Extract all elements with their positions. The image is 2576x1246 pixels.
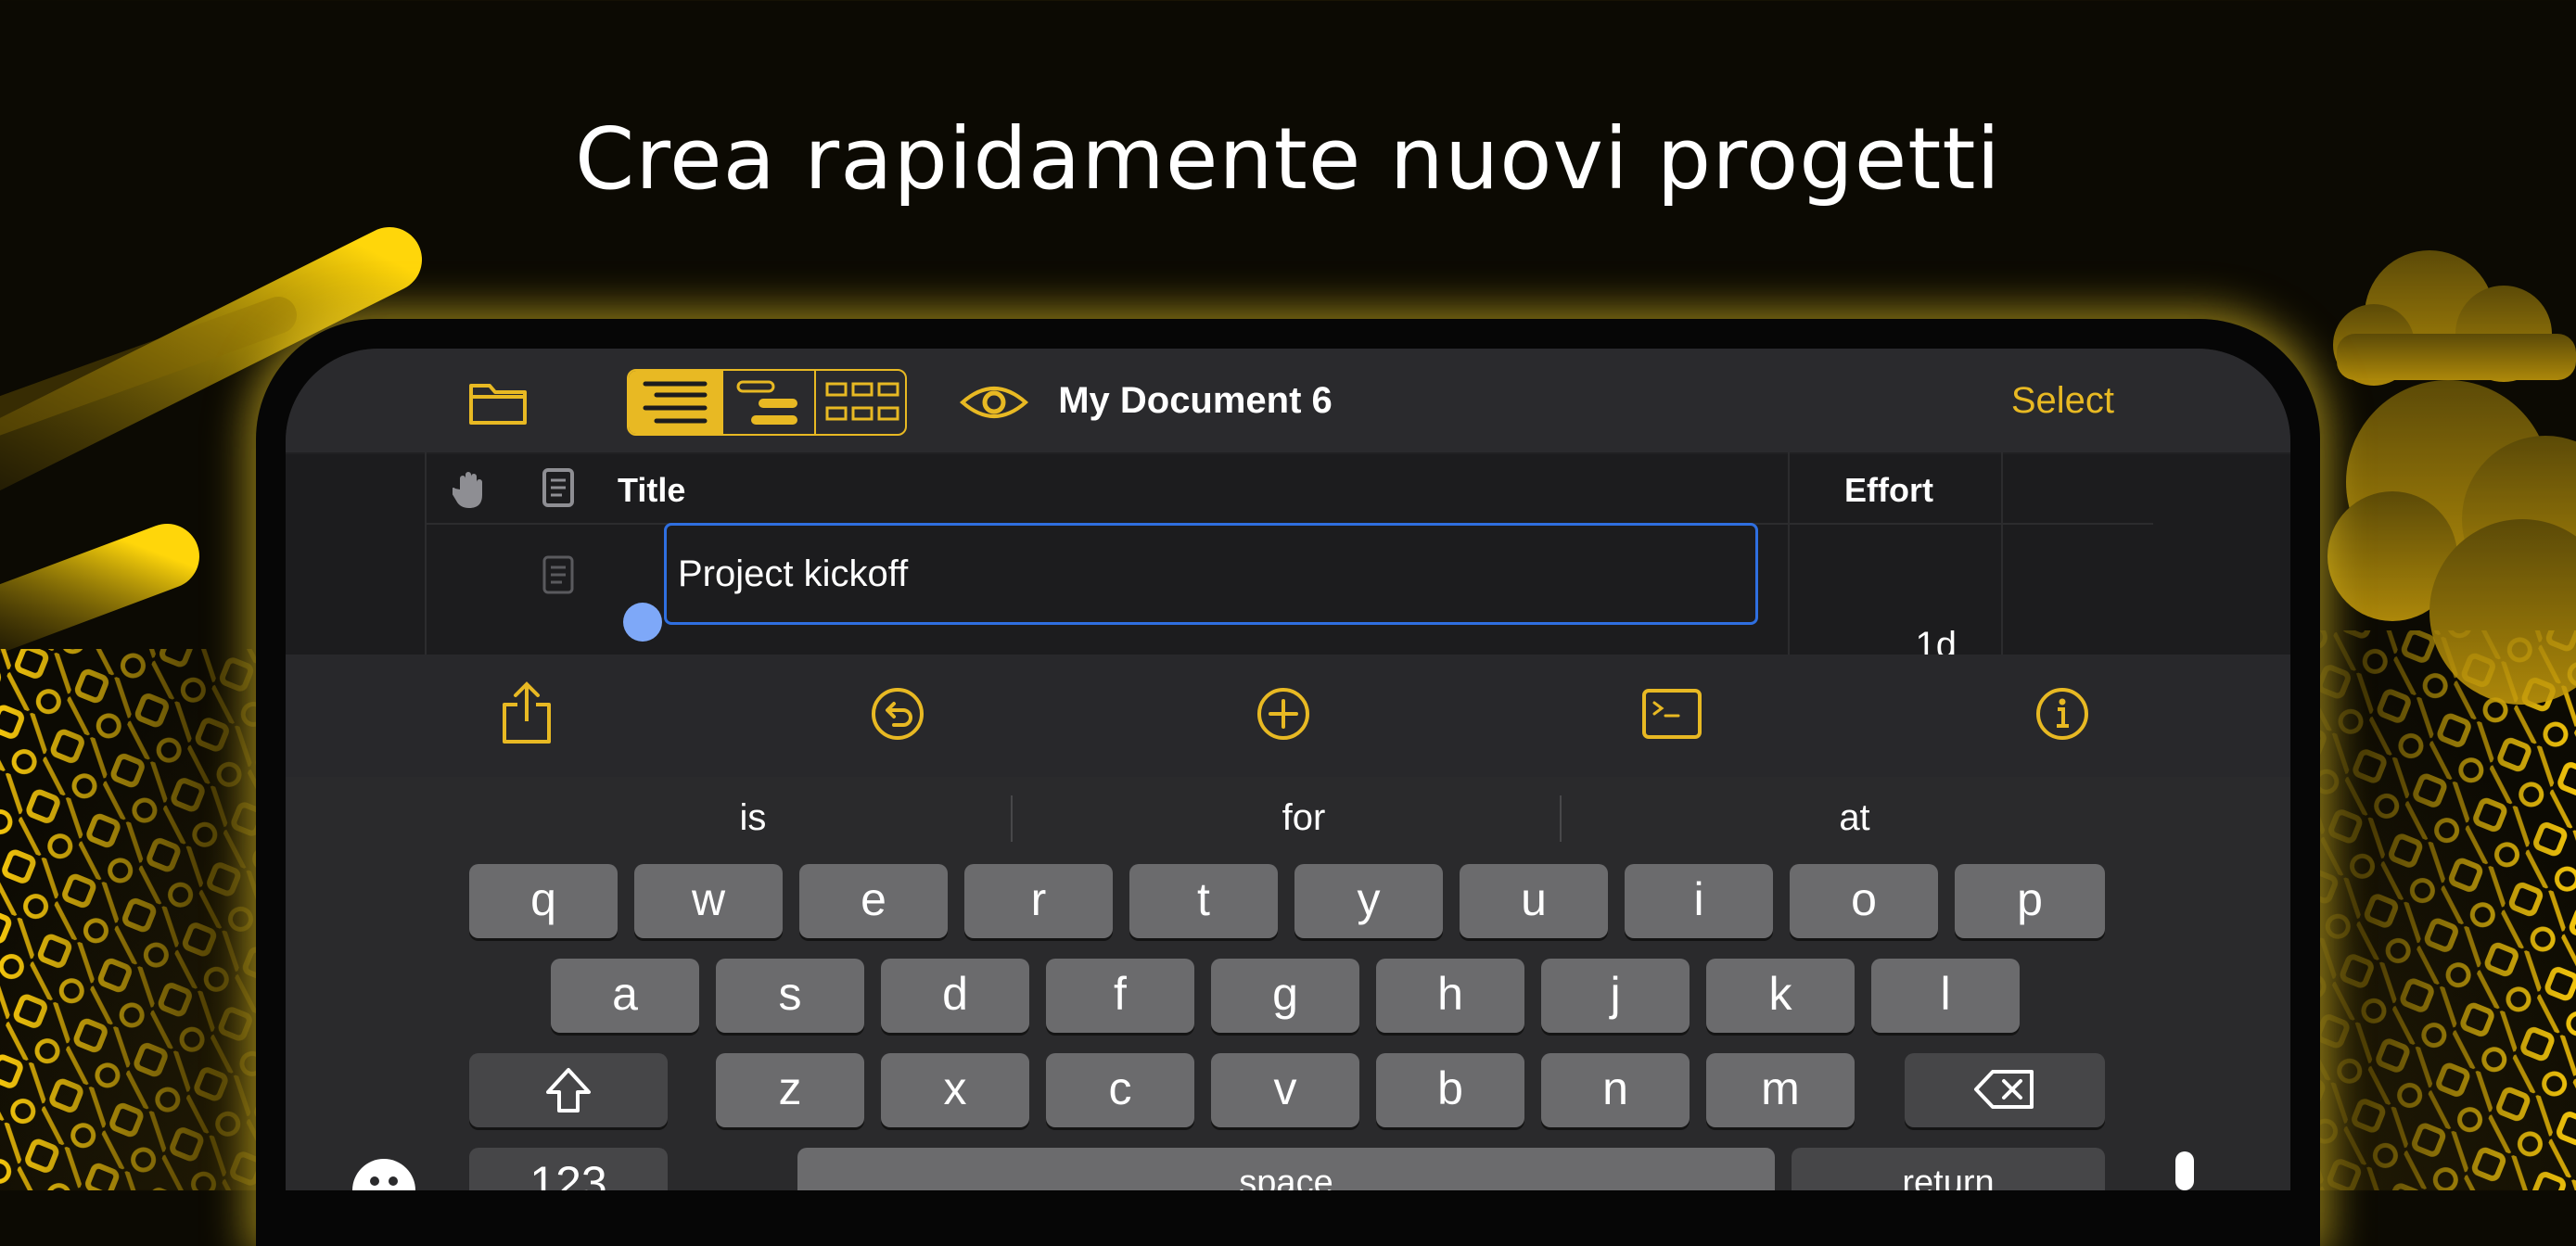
headline: Crea rapidamente nuovi progetti (575, 109, 2001, 209)
column-divider (2001, 452, 2003, 655)
shift-key[interactable] (469, 1053, 668, 1127)
key-i[interactable]: i (1625, 864, 1773, 938)
key-j[interactable]: j (1541, 959, 1690, 1033)
microphone-icon[interactable] (2166, 1150, 2203, 1190)
document-title: My Document 6 (1058, 380, 1333, 421)
info-icon[interactable] (2034, 686, 2090, 742)
return-key[interactable]: return (1792, 1148, 2105, 1190)
undo-icon[interactable] (870, 686, 925, 742)
key-c[interactable]: c (1046, 1053, 1194, 1127)
status-dot[interactable] (623, 603, 662, 642)
key-a[interactable]: a (551, 959, 699, 1033)
shift-icon (546, 1068, 591, 1112)
suggestion-divider (1560, 795, 1562, 842)
key-o[interactable]: o (1790, 864, 1938, 938)
key-x[interactable]: x (881, 1053, 1029, 1127)
key-u[interactable]: u (1460, 864, 1608, 938)
key-e[interactable]: e (799, 864, 948, 938)
space-key[interactable]: space (797, 1148, 1775, 1190)
key-p[interactable]: p (1955, 864, 2105, 938)
key-r[interactable]: r (964, 864, 1113, 938)
share-icon[interactable] (499, 680, 555, 745)
delete-backward-icon (1974, 1070, 2034, 1109)
key-k[interactable]: k (1706, 959, 1855, 1033)
key-v[interactable]: v (1211, 1053, 1359, 1127)
key-h[interactable]: h (1376, 959, 1524, 1033)
bottom-toolbar (286, 655, 2290, 777)
suggestion-3[interactable]: at (1586, 797, 2123, 839)
key-t[interactable]: t (1129, 864, 1278, 938)
note-icon[interactable] (542, 554, 575, 595)
key-q[interactable]: q (469, 864, 618, 938)
title-input[interactable] (664, 523, 1758, 625)
delete-key[interactable] (1905, 1053, 2105, 1127)
key-m[interactable]: m (1706, 1053, 1855, 1127)
note-icon (542, 468, 574, 507)
key-d[interactable]: d (881, 959, 1029, 1033)
select-button[interactable]: Select (2011, 380, 2114, 422)
key-w[interactable]: w (634, 864, 783, 938)
hand-icon (453, 472, 482, 508)
key-z[interactable]: z (716, 1053, 864, 1127)
key-b[interactable]: b (1376, 1053, 1524, 1127)
key-s[interactable]: s (716, 959, 864, 1033)
column-divider (2153, 452, 2155, 655)
key-f[interactable]: f (1046, 959, 1194, 1033)
app-screen: My Document 6 Select Title Effort 1d Pro… (286, 349, 2290, 1190)
numbers-key[interactable]: 123 (469, 1148, 668, 1190)
key-g[interactable]: g (1211, 959, 1359, 1033)
console-icon[interactable] (1641, 688, 1702, 740)
suggestion-divider (1011, 795, 1013, 842)
table-header: Title Effort (427, 452, 2153, 525)
key-l[interactable]: l (1871, 959, 2020, 1033)
add-icon[interactable] (1256, 686, 1311, 742)
suggestion-1[interactable]: is (484, 797, 1022, 839)
column-header-effort[interactable]: Effort (1790, 471, 1988, 510)
suggestion-2[interactable]: for (1035, 797, 1573, 839)
column-header-title[interactable]: Title (618, 471, 685, 510)
key-n[interactable]: n (1541, 1053, 1690, 1127)
key-y[interactable]: y (1294, 864, 1443, 938)
emoji-icon[interactable] (351, 1157, 417, 1190)
on-screen-keyboard: is for at q w e r t y u i o p a s d f g … (286, 777, 2290, 1190)
navigation-bar: My Document 6 Select (286, 349, 2290, 454)
